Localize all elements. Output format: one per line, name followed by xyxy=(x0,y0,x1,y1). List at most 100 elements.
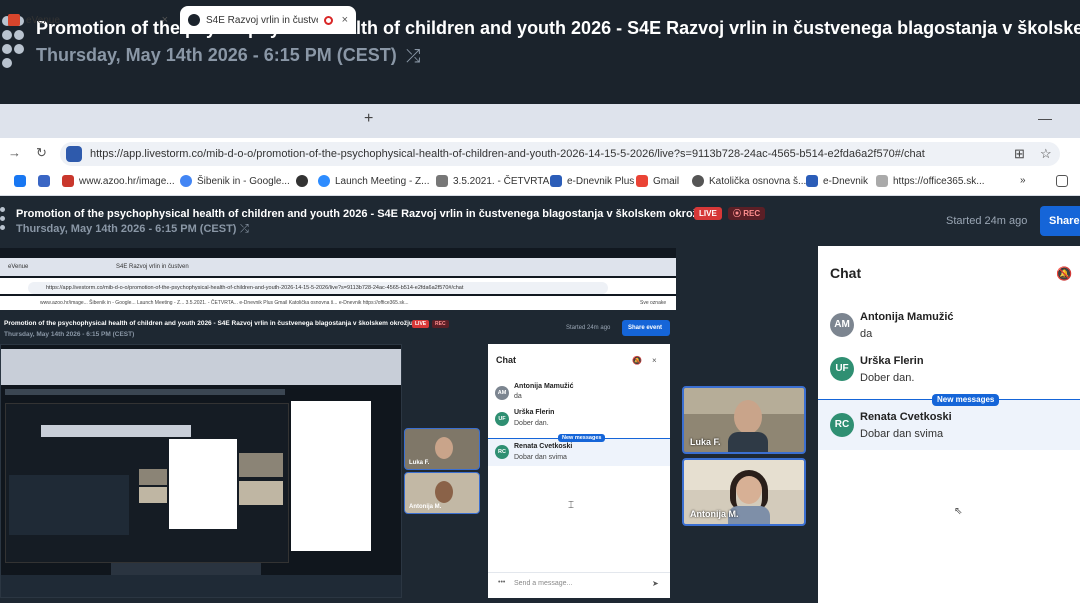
bookmark-zoom[interactable]: Launch Meeting - Z... xyxy=(318,175,430,187)
shared-msg-text: Dober dan. xyxy=(514,420,549,427)
participant-face xyxy=(734,400,762,434)
shared-avatar: AM xyxy=(495,386,509,400)
bookmark-ednevnik-plus[interactable]: e-Dnevnik Plus xyxy=(550,175,634,187)
tab-close-icon[interactable]: × xyxy=(342,14,348,26)
recursive-browser xyxy=(1,349,401,385)
site-info-icon[interactable] xyxy=(66,146,82,162)
shared-rec-badge: REC xyxy=(432,320,449,328)
recursive-screen-deep xyxy=(9,475,129,535)
livestorm-favicon-icon xyxy=(188,14,200,26)
livestorm-logo-small xyxy=(0,207,10,235)
recursive-controls xyxy=(111,563,261,575)
url-text[interactable]: https://app.livestorm.co/mib-d-o-o/promo… xyxy=(90,148,1010,160)
event-date: Thursday, May 14th 2026 - 6:15 PM (CEST) xyxy=(36,45,397,65)
shared-share-button: Share event xyxy=(622,320,670,336)
browser-tabstrip xyxy=(0,104,1080,138)
shared-date: Thursday, May 14th 2026 - 6:15 PM (CEST) xyxy=(4,331,135,338)
shuffle-icon[interactable]: ⤮ xyxy=(406,46,420,67)
translate-icon[interactable]: ⊞ xyxy=(1014,146,1025,162)
reload-icon[interactable]: ↻ xyxy=(36,145,47,161)
shared-more-icon: ••• xyxy=(498,579,506,586)
new-messages-badge: New messages xyxy=(932,394,1000,406)
new-message-highlight xyxy=(818,400,1080,450)
shared-input-divider xyxy=(488,572,670,573)
shared-tab-evenue: eVenue xyxy=(8,264,29,270)
shared-chat-title: Chat xyxy=(496,355,516,365)
shared-bookmarks-text: www.azoo.hr/image... Šibenik in - Google… xyxy=(40,300,409,306)
participant-face xyxy=(435,481,453,503)
message-text: Dobar dan svima xyxy=(860,428,944,440)
bookmark-globe[interactable] xyxy=(296,175,313,187)
shared-tab-livestorm: S4E Razvoj vrlin in čustven xyxy=(116,264,189,270)
bookmark-ednevnik[interactable]: e-Dnevnik xyxy=(806,175,868,187)
rec-badge: ⦿ REC xyxy=(728,207,766,220)
shared-msg-name: Renata Cvetkoski xyxy=(514,443,573,450)
avatar: AM xyxy=(830,313,854,337)
avatar: UF xyxy=(830,357,854,381)
message-text: da xyxy=(860,328,873,340)
shared-msg-text: da xyxy=(514,393,522,400)
bookmark-office365[interactable]: https://office365.sk... xyxy=(876,175,985,187)
page-title: Promotion of the psychophysical health o… xyxy=(16,208,708,220)
folder-icon[interactable] xyxy=(1056,175,1073,187)
shared-avatar: RC xyxy=(495,445,509,459)
bookmark-star-icon[interactable]: ☆ xyxy=(1040,146,1052,162)
participant-hair xyxy=(730,470,768,510)
recursive-taskbar xyxy=(1,575,401,597)
tab-label: eVenue xyxy=(26,14,60,26)
rec-badge-label: REC xyxy=(743,209,761,218)
shared-started: Started 24m ago xyxy=(566,325,611,331)
new-tab-button[interactable]: + xyxy=(364,110,373,128)
bookmark-azoo[interactable]: www.azoo.hr/image... xyxy=(62,175,175,187)
tile-name-label: Luka F. xyxy=(690,437,721,447)
recursive-screen xyxy=(0,344,402,598)
avatar: RC xyxy=(830,413,854,437)
shared-tile-label: Luka F. xyxy=(409,460,430,466)
evenue-favicon-icon xyxy=(8,14,20,26)
shared-title: Promotion of the psychophysical health o… xyxy=(4,320,413,327)
shared-bell-icon: 🔕 xyxy=(632,356,642,365)
tab-close-icon[interactable]: × xyxy=(162,14,168,26)
mute-notifications-icon[interactable]: 🔕 xyxy=(1056,266,1072,282)
live-badge: LIVE xyxy=(694,207,722,220)
message-author: Antonija Mamužić xyxy=(860,311,954,323)
shuffle-icon-small[interactable]: ⤮ xyxy=(240,223,249,236)
facebook-bookmark-icon[interactable] xyxy=(14,175,31,187)
minimize-icon[interactable]: — xyxy=(1038,110,1052,126)
tab-label: S4E Razvoj vrlin in čustvenc xyxy=(206,14,318,26)
shared-cursor-icon: ⌶ xyxy=(568,500,574,511)
shared-new-messages-badge: New messages xyxy=(558,434,606,442)
mouse-cursor-icon: ⇖ xyxy=(954,506,963,517)
tab-livestorm[interactable]: S4E Razvoj vrlin in čustvenc × xyxy=(180,6,356,34)
tile-name-label: Antonija M. xyxy=(690,509,739,519)
recursive-tile xyxy=(139,487,167,503)
shared-live-badge: LIVE xyxy=(412,320,430,328)
recursive-tile xyxy=(239,481,283,505)
shared-msg-name: Antonija Mamužić xyxy=(514,383,574,390)
recursive-browser-deep xyxy=(41,425,191,437)
shared-video-tile-luka: Luka F. xyxy=(404,428,480,470)
recursive-tile xyxy=(139,469,167,485)
shared-avatar: UF xyxy=(495,412,509,426)
tab-evenue[interactable]: eVenue × xyxy=(0,6,176,34)
chat-title: Chat xyxy=(830,265,862,281)
shared-bookmarks-right: Sve oznake xyxy=(640,300,667,306)
recording-icon xyxy=(324,15,333,25)
bookmark-katolicka[interactable]: Katolička osnovna š... xyxy=(692,175,806,187)
bookmark-icon[interactable] xyxy=(38,175,55,187)
forward-icon[interactable]: → xyxy=(8,145,21,160)
bookmark-wikipedia[interactable]: 3.5.2021. - ČETVRTA... xyxy=(436,175,558,187)
bookmark-google[interactable]: Šibenik in - Google... xyxy=(180,175,290,187)
shared-tile-label: Antonija M. xyxy=(409,504,442,510)
bookmark-gmail[interactable]: Gmail xyxy=(636,175,679,187)
recursive-title xyxy=(5,389,285,395)
recursive-chat xyxy=(291,401,371,551)
message-author: Renata Cvetkoski xyxy=(860,411,952,423)
bookmarks-more-icon[interactable]: » xyxy=(1020,175,1026,186)
share-button[interactable]: Share xyxy=(1040,206,1080,236)
shared-msg-text: Dobar dan svima xyxy=(514,454,567,461)
shared-close-icon: × xyxy=(652,356,657,365)
started-time: Started 24m ago xyxy=(946,215,1028,227)
video-tile-antonija[interactable]: Antonija M. xyxy=(682,458,806,526)
video-tile-luka[interactable]: Luka F. xyxy=(682,386,806,454)
